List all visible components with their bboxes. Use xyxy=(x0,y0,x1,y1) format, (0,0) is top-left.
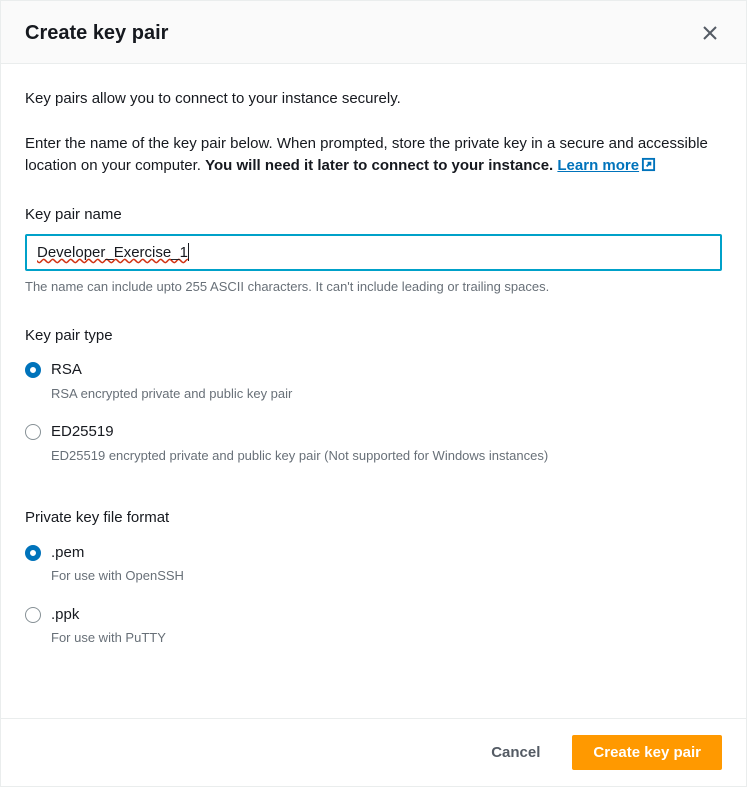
text-cursor xyxy=(188,243,189,261)
key-format-group: Private key file format .pem For use wit… xyxy=(25,507,722,662)
key-pair-name-help: The name can include upto 255 ASCII char… xyxy=(25,277,722,297)
cancel-button[interactable]: Cancel xyxy=(471,736,560,769)
radio-rsa[interactable]: RSA RSA encrypted private and public key… xyxy=(25,359,722,417)
radio-icon xyxy=(25,607,41,623)
radio-title: RSA xyxy=(51,359,722,382)
key-format-label: Private key file format xyxy=(25,507,722,530)
radio-text-block: .pem For use with OpenSSH xyxy=(51,542,722,600)
radio-pem[interactable]: .pem For use with OpenSSH xyxy=(25,542,722,600)
radio-icon xyxy=(25,362,41,378)
key-pair-type-label: Key pair type xyxy=(25,325,722,348)
radio-ppk[interactable]: .ppk For use with PuTTY xyxy=(25,604,722,662)
key-pair-name-value: Developer_Exercise_1 xyxy=(37,244,188,261)
intro-bold: You will need it later to connect to you… xyxy=(205,157,553,174)
radio-text-block: RSA RSA encrypted private and public key… xyxy=(51,359,722,417)
key-pair-name-block: Key pair name Developer_Exercise_1 The n… xyxy=(25,204,722,297)
key-pair-name-input[interactable]: Developer_Exercise_1 xyxy=(25,234,722,271)
radio-text-block: .ppk For use with PuTTY xyxy=(51,604,722,662)
modal-title: Create key pair xyxy=(25,22,168,45)
radio-ed25519[interactable]: ED25519 ED25519 encrypted private and pu… xyxy=(25,421,722,479)
close-button[interactable] xyxy=(698,21,722,45)
learn-more-link[interactable]: Learn more xyxy=(557,157,656,174)
radio-title: .pem xyxy=(51,542,722,565)
modal-footer: Cancel Create key pair xyxy=(1,718,746,786)
radio-text-block: ED25519 ED25519 encrypted private and pu… xyxy=(51,421,722,479)
radio-desc: For use with PuTTY xyxy=(51,628,722,648)
create-key-pair-button[interactable]: Create key pair xyxy=(572,735,722,770)
radio-desc: For use with OpenSSH xyxy=(51,566,722,586)
close-icon xyxy=(701,24,719,42)
key-pair-type-group: Key pair type RSA RSA encrypted private … xyxy=(25,325,722,480)
radio-icon xyxy=(25,545,41,561)
radio-desc: ED25519 encrypted private and public key… xyxy=(51,446,722,466)
intro-text-1: Key pairs allow you to connect to your i… xyxy=(25,88,722,111)
radio-title: ED25519 xyxy=(51,421,722,444)
intro-text-2: Enter the name of the key pair below. Wh… xyxy=(25,133,722,180)
radio-desc: RSA encrypted private and public key pai… xyxy=(51,384,722,404)
key-pair-name-label: Key pair name xyxy=(25,204,722,227)
learn-more-text: Learn more xyxy=(557,157,639,174)
modal-body: Key pairs allow you to connect to your i… xyxy=(1,64,746,718)
external-link-icon xyxy=(641,157,656,180)
radio-icon xyxy=(25,424,41,440)
radio-title: .ppk xyxy=(51,604,722,627)
modal-header: Create key pair xyxy=(1,1,746,64)
